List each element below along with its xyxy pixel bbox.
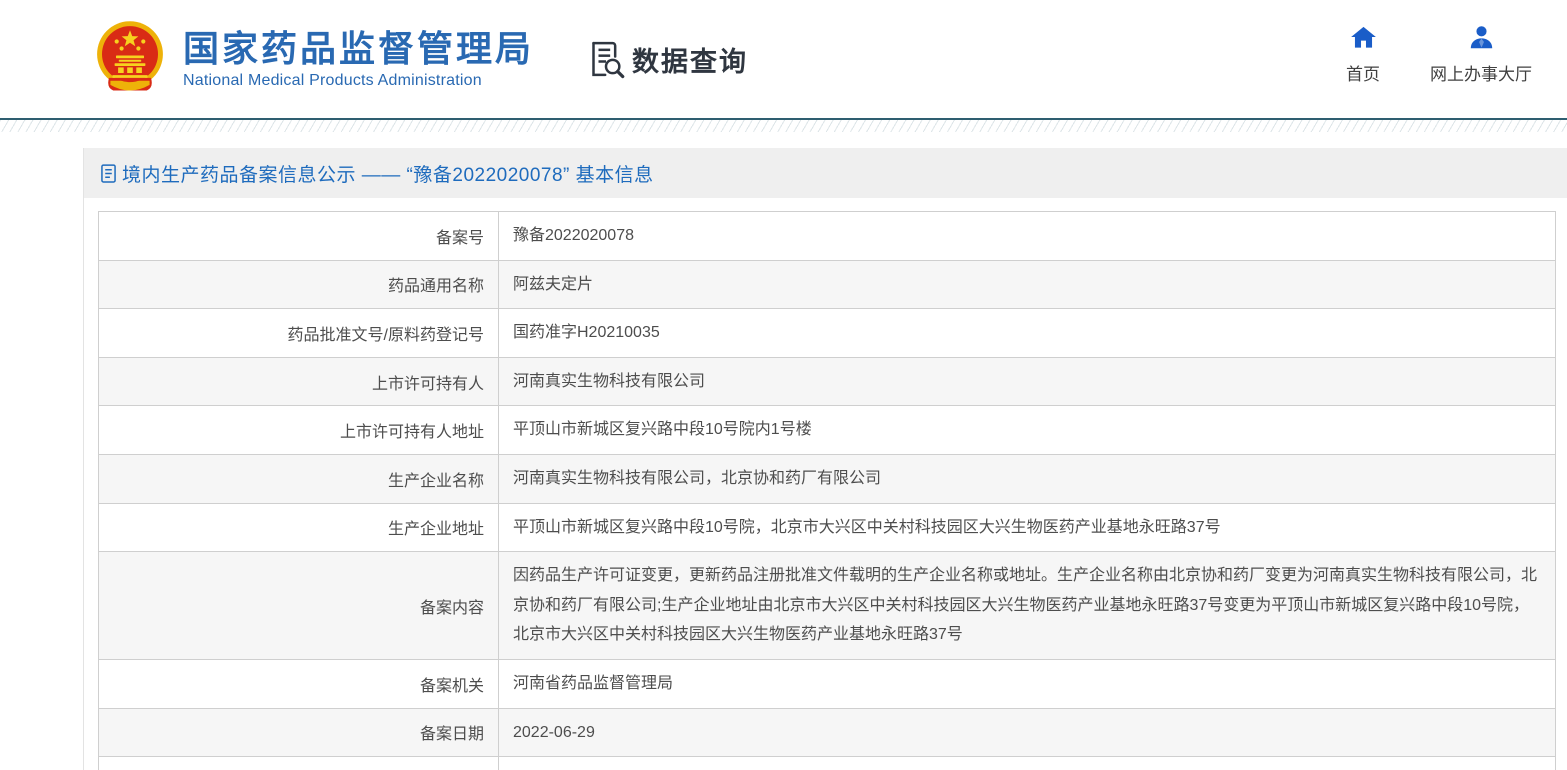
row-label: 备案机关 (98, 658, 499, 709)
row-label: 备案内容 (98, 551, 499, 660)
site-logo[interactable]: 国家药品监督管理局 National Medical Products Admi… (95, 20, 534, 98)
page-title: 境内生产药品备案信息公示 —— “豫备2022020078” 基本信息 (122, 164, 654, 186)
row-value: 河南真实生物科技有限公司，北京协和药厂有限公司 (498, 453, 1556, 504)
row-value: 2022-06-29 (498, 707, 1556, 758)
row-value: 平顶山市新城区复兴路中段10号院内1号楼 (498, 405, 1556, 455)
table-row: 备案内容 因药品生产许可证变更，更新药品注册批准文件载明的生产企业名称或地址。生产… (98, 551, 1556, 660)
row-value: 因药品生产许可证变更，更新药品注册批准文件载明的生产企业名称或地址。生产企业名称… (498, 551, 1556, 660)
national-emblem-icon (97, 21, 163, 91)
table-row: 备案机关 河南省药品监督管理局 (98, 658, 1556, 709)
document-icon (101, 163, 116, 183)
logo-subtitle: National Medical Products Administration (183, 72, 482, 90)
hatch-pattern-band (0, 120, 1567, 132)
row-label: 生产企业名称 (98, 453, 499, 504)
user-icon (1470, 26, 1492, 49)
table-row: 备案日期 2022-06-29 (98, 707, 1556, 758)
row-label: 药品通用名称 (98, 259, 499, 310)
row-value: 平顶山市新城区复兴路中段10号院，北京市大兴区中关村科技园区大兴生物医药产业基地… (498, 502, 1556, 553)
row-label: 备注 (98, 756, 499, 770)
row-label: 备案日期 (98, 707, 499, 758)
data-query-label: 数据查询 (632, 46, 749, 77)
row-value: 豫备2022020078 (498, 211, 1556, 261)
row-value: 河南真实生物科技有限公司 (498, 356, 1556, 407)
header-nav: 首页 网上办事大厅 (1346, 24, 1532, 85)
table-row: 药品批准文号/原料药登记号 国药准字H20210035 (98, 308, 1556, 358)
table-row: 生产企业地址 平顶山市新城区复兴路中段10号院，北京市大兴区中关村科技园区大兴生物… (98, 502, 1556, 553)
table-row: 备案号 豫备2022020078 (98, 211, 1556, 261)
document-search-icon (592, 41, 625, 79)
row-label: 药品批准文号/原料药登记号 (98, 308, 499, 358)
content-container: 境内生产药品备案信息公示 —— “豫备2022020078” 基本信息 备案号豫… (83, 148, 1567, 770)
row-label: 上市许可持有人 (98, 356, 499, 407)
home-icon (1350, 26, 1376, 48)
page-title-bar: 境内生产药品备案信息公示 —— “豫备2022020078” 基本信息 (84, 148, 1567, 198)
logo-title: 国家药品监督管理局 (183, 27, 535, 69)
row-value: 国药准字H20210035 (498, 308, 1556, 358)
table-row: 备注已备案 (98, 756, 1556, 770)
nav-online-hall[interactable]: 网上办事大厅 (1430, 24, 1532, 85)
nav-home[interactable]: 首页 (1346, 24, 1380, 85)
info-table: 备案号 豫备2022020078 药品通用名称 阿兹夫定片 药品批准文号/原料药登记号国… (98, 211, 1556, 770)
nav-home-label: 首页 (1346, 65, 1380, 84)
table-row: 药品通用名称 阿兹夫定片 (98, 259, 1556, 310)
site-header: 国家药品监督管理局 National Medical Products Admi… (0, 0, 1567, 118)
row-label: 生产企业地址 (98, 502, 499, 553)
row-label: 备案号 (98, 211, 499, 261)
info-table-wrap: 备案号 豫备2022020078 药品通用名称 阿兹夫定片 药品批准文号/原料药登记号国… (84, 198, 1567, 770)
row-value: 河南省药品监督管理局 (498, 658, 1556, 709)
info-table-body: 备案号 豫备2022020078 药品通用名称 阿兹夫定片 药品批准文号/原料药登记号国… (98, 211, 1556, 770)
data-query-heading: 数据查询 (586, 39, 748, 79)
table-row: 上市许可持有人 河南真实生物科技有限公司 (98, 356, 1556, 407)
row-value: 已备案 (498, 756, 1556, 770)
table-row: 上市许可持有人地址 平顶山市新城区复兴路中段10号院内1号楼 (98, 405, 1556, 455)
row-label: 上市许可持有人地址 (98, 405, 499, 455)
nav-online-hall-label: 网上办事大厅 (1430, 65, 1532, 84)
table-row: 生产企业名称 河南真实生物科技有限公司，北京协和药厂有限公司 (98, 453, 1556, 504)
row-value: 阿兹夫定片 (498, 259, 1556, 310)
